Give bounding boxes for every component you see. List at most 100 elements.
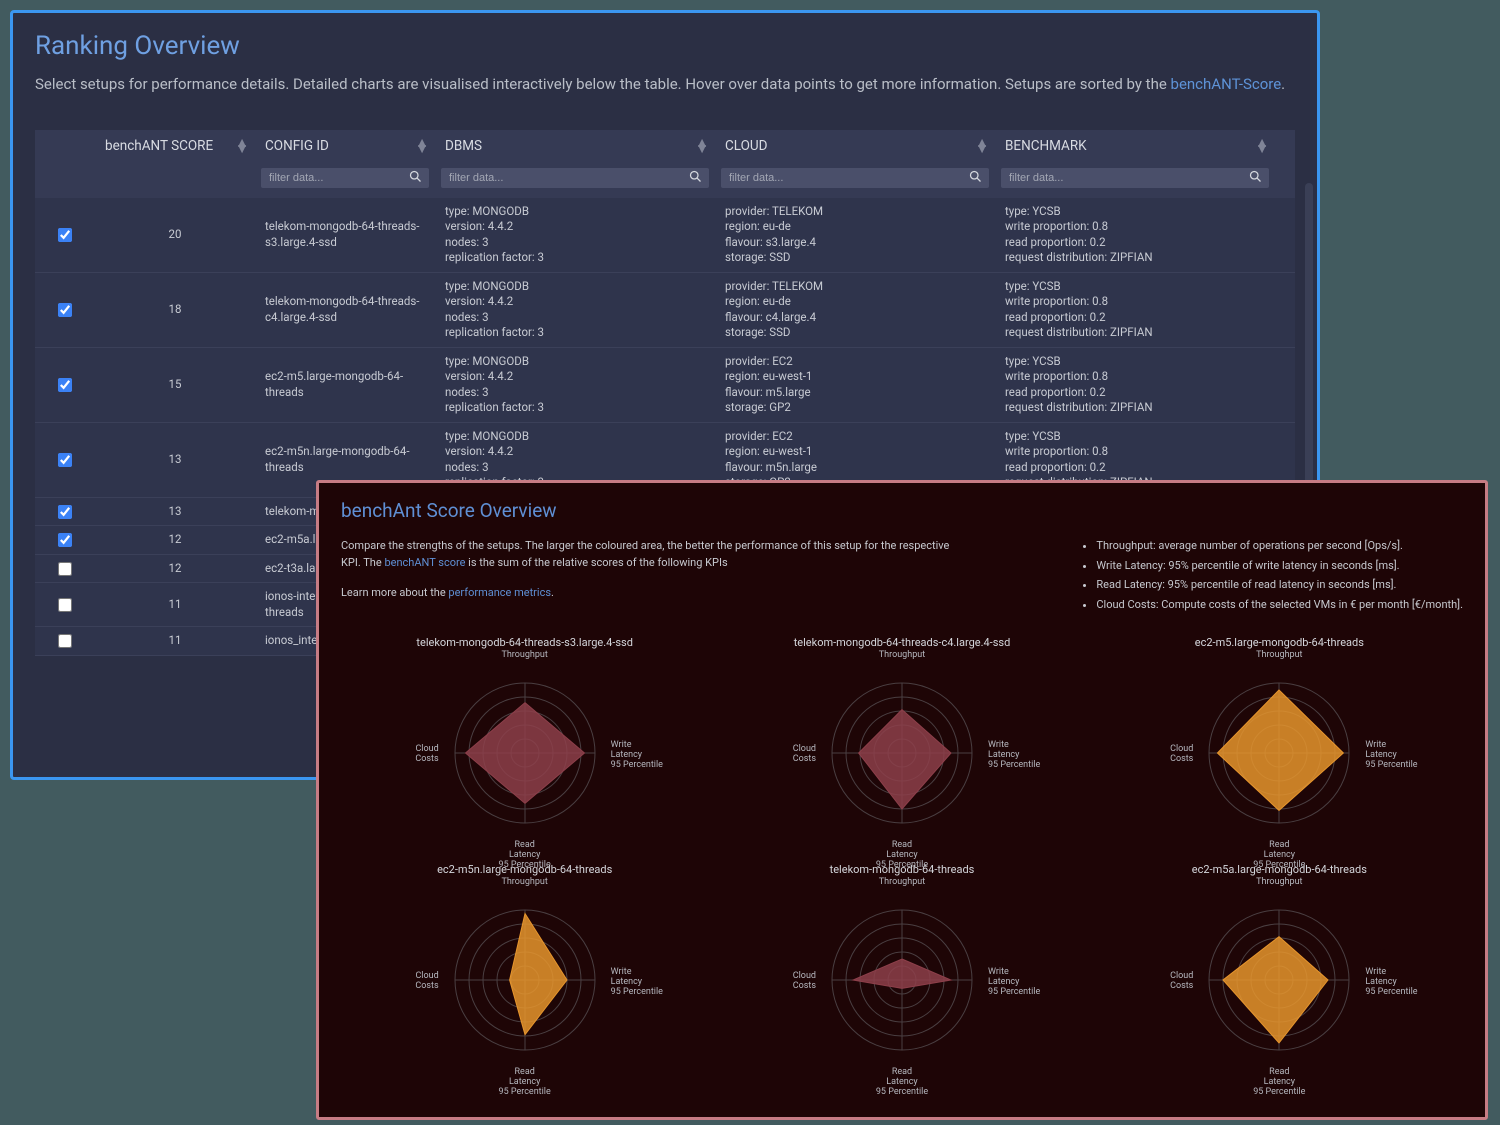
col-cloud[interactable]: CLOUD ▲▼: [715, 138, 995, 154]
row-checkbox[interactable]: [58, 562, 72, 576]
score-intro-b: is the sum of the relative scores of the…: [465, 556, 727, 569]
row-score: 13: [95, 452, 255, 468]
row-dbms: type: MONGODBversion: 4.4.2nodes: 3repli…: [435, 354, 715, 416]
row-bench: type: YCSBwrite proportion: 0.8read prop…: [995, 204, 1275, 266]
row-checkbox[interactable]: [58, 533, 72, 547]
col-score[interactable]: benchANT SCORE ▲▼: [95, 138, 255, 154]
filter-cloud-input[interactable]: [721, 168, 989, 188]
row-config: telekom-mongodb-64-threads-s3.large.4-ss…: [255, 219, 435, 250]
filter-dbms-input[interactable]: [441, 168, 709, 188]
row-bench: type: YCSBwrite proportion: 0.8read prop…: [995, 354, 1275, 416]
axis-label-throughput: Throughput: [495, 651, 555, 661]
row-checkbox[interactable]: [58, 505, 72, 519]
row-score: 20: [95, 227, 255, 243]
score-intro-row: Compare the strengths of the setups. The…: [341, 538, 1463, 616]
row-score: 12: [95, 561, 255, 577]
radar-chart[interactable]: ec2-m5n.large-mongodb-64-threads Through…: [341, 863, 708, 1080]
legend-item: Read Latency: 95% percentile of read lat…: [1096, 577, 1463, 594]
col-config-label: CONFIG ID: [265, 138, 329, 154]
radar-chart[interactable]: ec2-m5a.large-mongodb-64-threads Through…: [1096, 863, 1463, 1080]
row-checkbox[interactable]: [58, 378, 72, 392]
row-cloud: provider: EC2region: eu-west-1flavour: m…: [715, 354, 995, 416]
axis-label-write-latency: WriteLatency95 Percentile: [611, 741, 671, 771]
col-cloud-label: CLOUD: [725, 138, 768, 154]
filter-cloud: [715, 166, 995, 188]
score-panel: benchAnt Score Overview Compare the stre…: [316, 480, 1488, 1120]
axis-label-write-latency: WriteLatency95 Percentile: [988, 968, 1048, 998]
radar-title: telekom-mongodb-64-threads-c4.large.4-ss…: [794, 636, 1011, 649]
row-config: ec2-m5.large-mongodb-64-threads: [255, 369, 435, 400]
radar-title: ec2-m5.large-mongodb-64-threads: [1195, 636, 1364, 649]
axis-label-write-latency: WriteLatency95 Percentile: [1365, 968, 1425, 998]
table-row[interactable]: 18 telekom-mongodb-64-threads-c4.large.4…: [35, 273, 1295, 348]
row-checkbox[interactable]: [58, 634, 72, 648]
row-checkbox-cell: [35, 378, 95, 392]
row-checkbox-cell: [35, 598, 95, 612]
sort-icon[interactable]: ▲▼: [695, 140, 705, 152]
filter-config: [255, 166, 435, 188]
row-checkbox[interactable]: [58, 598, 72, 612]
legend-item: Cloud Costs: Compute costs of the select…: [1096, 597, 1463, 614]
ranking-title: Ranking Overview: [35, 31, 1295, 61]
row-bench: type: YCSBwrite proportion: 0.8read prop…: [995, 279, 1275, 341]
performance-metrics-link[interactable]: performance metrics: [448, 586, 551, 599]
row-cloud: provider: TELEKOMregion: eu-deflavour: s…: [715, 204, 995, 266]
axis-label-throughput: Throughput: [1249, 651, 1309, 661]
axis-label-write-latency: WriteLatency95 Percentile: [1365, 741, 1425, 771]
axis-label-write-latency: WriteLatency95 Percentile: [988, 741, 1048, 771]
row-checkbox[interactable]: [58, 453, 72, 467]
sort-icon[interactable]: ▲▼: [235, 140, 245, 152]
sort-icon[interactable]: ▲▼: [975, 140, 985, 152]
row-checkbox-cell: [35, 562, 95, 576]
axis-label-read-latency: ReadLatency95 Percentile: [1249, 1068, 1309, 1098]
row-score: 15: [95, 377, 255, 393]
axis-label-throughput: Throughput: [872, 878, 932, 888]
radar-canvas: Throughput WriteLatency95 Percentile Rea…: [425, 653, 625, 853]
score-intro: Compare the strengths of the setups. The…: [341, 538, 961, 616]
row-checkbox[interactable]: [58, 303, 72, 317]
row-checkbox[interactable]: [58, 228, 72, 242]
filter-row: [35, 162, 1295, 198]
sort-icon[interactable]: ▲▼: [1255, 140, 1265, 152]
table-row[interactable]: 20 telekom-mongodb-64-threads-s3.large.4…: [35, 198, 1295, 273]
row-config: ec2-m5n.large-mongodb-64-threads: [255, 444, 435, 475]
radar-canvas: Throughput WriteLatency95 Percentile Rea…: [425, 880, 625, 1080]
score-legend: Throughput: average number of operations…: [1080, 538, 1463, 616]
axis-label-cloud-costs: CloudCosts: [756, 972, 816, 992]
col-config[interactable]: CONFIG ID ▲▼: [255, 138, 435, 154]
col-dbms[interactable]: DBMS ▲▼: [435, 138, 715, 154]
radar-chart[interactable]: ec2-m5.large-mongodb-64-threads Throughp…: [1096, 636, 1463, 853]
axis-label-cloud-costs: CloudCosts: [756, 745, 816, 765]
table-row[interactable]: 15 ec2-m5.large-mongodb-64-threads type:…: [35, 348, 1295, 423]
col-bench-label: BENCHMARK: [1005, 138, 1087, 154]
search-icon: [1248, 169, 1263, 184]
sort-icon[interactable]: ▲▼: [415, 140, 425, 152]
radar-canvas: Throughput WriteLatency95 Percentile Rea…: [1179, 880, 1379, 1080]
radar-chart[interactable]: telekom-mongodb-64-threads-s3.large.4-ss…: [341, 636, 708, 853]
axis-label-read-latency: ReadLatency95 Percentile: [872, 841, 932, 871]
benchant-score-link[interactable]: benchANT-Score: [1171, 75, 1282, 93]
axis-label-read-latency: ReadLatency95 Percentile: [872, 1068, 932, 1098]
row-checkbox-cell: [35, 303, 95, 317]
ranking-intro-text: Select setups for performance details. D…: [35, 75, 1171, 93]
radar-canvas: Throughput WriteLatency95 Percentile Rea…: [802, 880, 1002, 1080]
axis-label-read-latency: ReadLatency95 Percentile: [1249, 841, 1309, 871]
legend-item: Write Latency: 95% percentile of write l…: [1096, 558, 1463, 575]
axis-label-read-latency: ReadLatency95 Percentile: [495, 1068, 555, 1098]
filter-dbms: [435, 166, 715, 188]
radar-chart[interactable]: telekom-mongodb-64-threads-c4.large.4-ss…: [718, 636, 1085, 853]
radar-chart[interactable]: telekom-mongodb-64-threads Throughput Wr…: [718, 863, 1085, 1080]
search-icon: [408, 169, 423, 184]
col-benchmark[interactable]: BENCHMARK ▲▼: [995, 138, 1275, 154]
ranking-intro-tail: .: [1281, 75, 1285, 93]
filter-config-input[interactable]: [261, 168, 429, 188]
axis-label-throughput: Throughput: [495, 878, 555, 888]
col-score-label: benchANT SCORE: [105, 138, 213, 154]
row-checkbox-cell: [35, 533, 95, 547]
benchant-score-link2[interactable]: benchANT score: [384, 556, 465, 569]
axis-label-write-latency: WriteLatency95 Percentile: [611, 968, 671, 998]
axis-label-cloud-costs: CloudCosts: [379, 972, 439, 992]
score-title: benchAnt Score Overview: [341, 499, 1463, 522]
col-dbms-label: DBMS: [445, 138, 482, 154]
filter-bench-input[interactable]: [1001, 168, 1269, 188]
